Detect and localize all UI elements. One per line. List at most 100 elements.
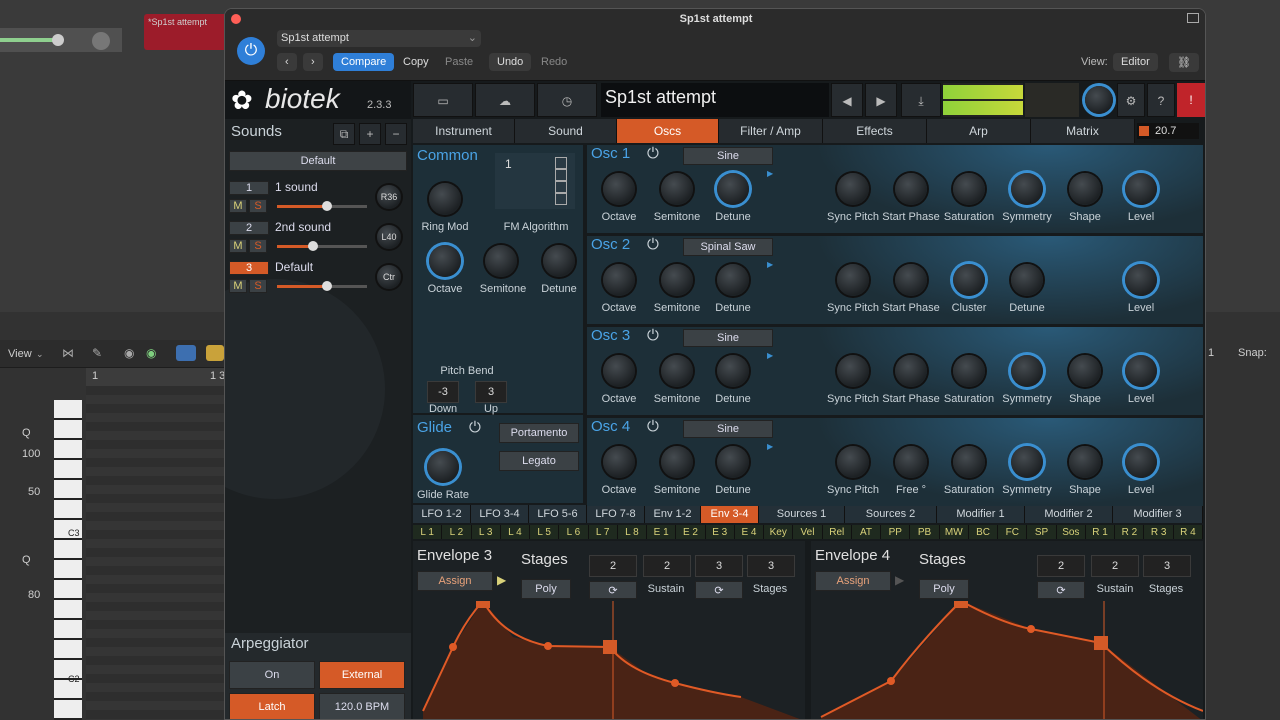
remove-icon[interactable]: − [385, 123, 407, 145]
mod-source-chip[interactable]: L 2 [442, 525, 472, 539]
env4-node[interactable] [1094, 636, 1108, 650]
next-preset-button[interactable]: › [303, 53, 323, 71]
pencil-icon[interactable]: ✎ [92, 346, 102, 360]
mod-source-chip[interactable]: Key [764, 525, 794, 539]
osc1-detune-knob[interactable] [717, 173, 749, 205]
paste-button[interactable]: Paste [437, 53, 481, 71]
volume-slider[interactable] [277, 281, 367, 291]
osc3-semitone-knob[interactable] [661, 355, 693, 387]
osc1-k4-knob[interactable] [837, 173, 869, 205]
mod-source-chip[interactable]: PP [881, 525, 911, 539]
env3-graph[interactable] [413, 601, 805, 720]
env3-handle[interactable] [449, 643, 457, 651]
tab-oscs[interactable]: Oscs [617, 119, 719, 143]
power-icon[interactable]: ⏻ [237, 37, 265, 65]
save-icon[interactable]: ⤓ [901, 83, 941, 117]
midi-out-icon[interactable]: ◉ [146, 346, 156, 360]
tab-matrix[interactable]: Matrix [1031, 119, 1135, 143]
catch-icon[interactable] [176, 345, 196, 361]
brain-icon[interactable]: ☁ [475, 83, 535, 117]
arp-latch-button[interactable]: Latch [229, 693, 315, 719]
osc4-octave-knob[interactable] [603, 446, 635, 478]
env4-handle[interactable] [1027, 625, 1035, 633]
mod-source-chip[interactable]: PB [910, 525, 940, 539]
mod-source-chip[interactable]: R 1 [1085, 525, 1116, 539]
prev-preset-icon[interactable]: ◀ [831, 83, 863, 117]
osc2-detune-knob[interactable] [717, 264, 749, 296]
volume-slider-handle[interactable] [321, 281, 332, 291]
glide-rate-knob[interactable] [427, 451, 459, 483]
link-icon[interactable] [206, 345, 224, 361]
osc4-k6-knob[interactable] [953, 446, 985, 478]
history-icon[interactable]: ◷ [537, 83, 597, 117]
tab-instrument[interactable]: Instrument [413, 119, 515, 143]
pan-knob[interactable]: R36 [377, 185, 401, 209]
osc3-k6-knob[interactable] [953, 355, 985, 387]
mute-button[interactable]: M [229, 279, 247, 293]
view-select[interactable]: Editor [1113, 53, 1158, 71]
help-icon[interactable]: ? [1147, 83, 1175, 117]
env4-handle[interactable] [887, 677, 895, 685]
env3-node[interactable] [476, 601, 490, 608]
sound-row[interactable]: 1 1 sound M S R36 [229, 180, 407, 217]
folder-icon[interactable]: ▭ [413, 83, 473, 117]
mod-source-chip[interactable]: E 1 [647, 525, 677, 539]
volume-slider-handle[interactable] [321, 201, 332, 211]
osc2-semitone-knob[interactable] [661, 264, 693, 296]
osc-power-icon[interactable]: ⏻ [647, 418, 659, 435]
mod-source-chip[interactable]: L 6 [559, 525, 589, 539]
solo-button[interactable]: S [249, 279, 267, 293]
osc-wave-select[interactable]: Sine [683, 147, 773, 165]
osc4-k4-knob[interactable] [837, 446, 869, 478]
sound-row[interactable]: 2 2nd sound M S L40 [229, 220, 407, 257]
osc3-detune-knob[interactable] [717, 355, 749, 387]
mod-tab-sources-1[interactable]: Sources 1 [759, 505, 845, 523]
mod-source-chip[interactable]: L 1 [413, 525, 443, 539]
tab-sound[interactable]: Sound [515, 119, 617, 143]
mod-source-chip[interactable]: Vel [793, 525, 823, 539]
mod-source-chip[interactable]: E 4 [734, 525, 765, 539]
osc3-k5-knob[interactable] [895, 355, 927, 387]
osc1-k6-knob[interactable] [953, 173, 985, 205]
osc-wave-select[interactable]: Sine [683, 420, 773, 438]
panic-icon[interactable]: ! [1177, 83, 1205, 117]
mute-button[interactable]: M [229, 199, 247, 213]
osc1-semitone-knob[interactable] [661, 173, 693, 205]
osc2-k5-knob[interactable] [895, 264, 927, 296]
osc4-k7-knob[interactable] [1011, 446, 1043, 478]
osc-wave-select[interactable]: Sine [683, 329, 773, 347]
volume-slider-handle[interactable] [308, 241, 318, 251]
osc1-k7-knob[interactable] [1011, 173, 1043, 205]
redo-button[interactable]: Redo [533, 53, 575, 71]
common-detune-knob[interactable] [543, 245, 575, 277]
env3-assign-button[interactable]: Assign [417, 571, 493, 591]
sound-row[interactable]: 3 Default M S Ctr [229, 260, 407, 297]
tab-filter-amp[interactable]: Filter / Amp [719, 119, 823, 143]
mod-source-chip[interactable]: E 2 [676, 525, 706, 539]
volume-slider[interactable] [277, 241, 367, 251]
osc1-k8-knob[interactable] [1069, 173, 1101, 205]
quantize-button[interactable]: Q [22, 554, 31, 566]
solo-button[interactable]: S [249, 199, 267, 213]
osc-power-icon[interactable]: ⏻ [647, 327, 659, 344]
osc2-octave-knob[interactable] [603, 264, 635, 296]
mod-source-chip[interactable]: FC [998, 525, 1028, 539]
add-icon[interactable]: + [359, 123, 381, 145]
mod-tab-lfo-1-2[interactable]: LFO 1-2 [413, 505, 471, 523]
env4-graph[interactable] [811, 601, 1203, 720]
prev-preset-button[interactable]: ‹ [277, 53, 297, 71]
mod-tab-env-1-2[interactable]: Env 1-2 [645, 505, 701, 523]
mod-source-chip[interactable]: R 4 [1173, 525, 1203, 539]
env3-handle[interactable] [544, 642, 552, 650]
arp-on-button[interactable]: On [229, 661, 315, 689]
daw-region[interactable]: *Sp1st attempt [144, 14, 228, 50]
fullscreen-icon[interactable] [1187, 13, 1199, 23]
tool-icon[interactable]: ⋈ [62, 346, 74, 360]
loop-icon[interactable]: ⟳ [589, 581, 637, 599]
osc4-k5-knob[interactable] [895, 446, 927, 478]
mod-source-chip[interactable]: L 3 [471, 525, 501, 539]
mod-tab-modifier-1[interactable]: Modifier 1 [937, 505, 1025, 523]
env4-field[interactable]: 2 [1091, 555, 1139, 577]
mod-tab-sources-2[interactable]: Sources 2 [845, 505, 937, 523]
loop-icon[interactable]: ⟳ [1037, 581, 1085, 599]
